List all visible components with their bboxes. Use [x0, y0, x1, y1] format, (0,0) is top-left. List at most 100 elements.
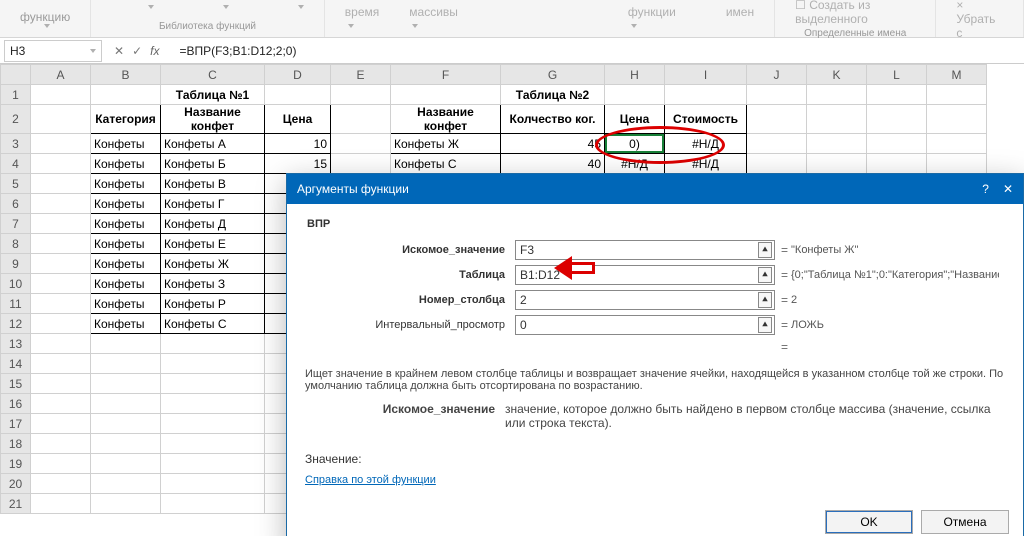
cell-C16[interactable]	[161, 394, 265, 414]
function-arguments-dialog[interactable]: Аргументы функции ? ✕ ВПР Искомое_значен…	[286, 173, 1024, 536]
cell-I1[interactable]	[665, 85, 747, 105]
cell-C9[interactable]: Конфеты Ж	[161, 254, 265, 274]
cell-B20[interactable]	[91, 474, 161, 494]
cell-A12[interactable]	[31, 314, 91, 334]
cell-B4[interactable]: Конфеты	[91, 154, 161, 174]
col-header-H[interactable]: H	[605, 65, 665, 85]
arg-input-lookup[interactable]: F3 ⯅	[515, 240, 775, 260]
cell-E3[interactable]	[331, 134, 391, 154]
range-picker-icon[interactable]: ⯅	[758, 242, 772, 258]
col-header-J[interactable]: J	[747, 65, 807, 85]
row-header-15[interactable]: 15	[1, 374, 31, 394]
cell-J4[interactable]	[747, 154, 807, 174]
cell-B3[interactable]: Конфеты	[91, 134, 161, 154]
cell-A18[interactable]	[31, 434, 91, 454]
ribbon-fn-btn[interactable]: функцию	[20, 10, 70, 24]
row-header-4[interactable]: 4	[1, 154, 31, 174]
cell-F1[interactable]	[391, 85, 501, 105]
row-header-8[interactable]: 8	[1, 234, 31, 254]
cell-C18[interactable]	[161, 434, 265, 454]
row-header-6[interactable]: 6	[1, 194, 31, 214]
formula-enter-icon[interactable]: ✓	[132, 44, 142, 58]
cell-H2[interactable]: Цена	[605, 105, 665, 134]
cell-I4[interactable]: #Н/Д	[665, 154, 747, 174]
cell-B5[interactable]: Конфеты	[91, 174, 161, 194]
row-header-21[interactable]: 21	[1, 494, 31, 514]
row-header-3[interactable]: 3	[1, 134, 31, 154]
row-header-19[interactable]: 19	[1, 454, 31, 474]
cell-C6[interactable]: Конфеты Г	[161, 194, 265, 214]
cell-G3[interactable]: 45	[501, 134, 605, 154]
cell-I2[interactable]: Стоимость	[665, 105, 747, 134]
name-box-dropdown-icon[interactable]	[90, 49, 96, 53]
cell-B11[interactable]: Конфеты	[91, 294, 161, 314]
col-header-M[interactable]: M	[927, 65, 987, 85]
cell-J1[interactable]	[747, 85, 807, 105]
cell-B2[interactable]: Категория	[91, 105, 161, 134]
cell-A11[interactable]	[31, 294, 91, 314]
cell-G1[interactable]: Таблица №2	[501, 85, 605, 105]
cell-B13[interactable]	[91, 334, 161, 354]
cell-B14[interactable]	[91, 354, 161, 374]
row-header-12[interactable]: 12	[1, 314, 31, 334]
cell-C12[interactable]: Конфеты С	[161, 314, 265, 334]
col-header-E[interactable]: E	[331, 65, 391, 85]
cell-L1[interactable]	[867, 85, 927, 105]
cell-L4[interactable]	[867, 154, 927, 174]
cell-H1[interactable]	[605, 85, 665, 105]
range-picker-icon[interactable]: ⯅	[758, 292, 772, 308]
cell-A6[interactable]	[31, 194, 91, 214]
cell-A4[interactable]	[31, 154, 91, 174]
cell-C15[interactable]	[161, 374, 265, 394]
cell-F3[interactable]: Конфеты Ж	[391, 134, 501, 154]
row-header-2[interactable]: 2	[1, 105, 31, 134]
col-header-L[interactable]: L	[867, 65, 927, 85]
name-box[interactable]: H3	[4, 40, 102, 62]
cell-L3[interactable]	[867, 134, 927, 154]
cell-D3[interactable]: 10	[265, 134, 331, 154]
cell-D2[interactable]: Цена	[265, 105, 331, 134]
cell-C21[interactable]	[161, 494, 265, 514]
cell-E1[interactable]	[331, 85, 391, 105]
cell-M1[interactable]	[927, 85, 987, 105]
row-header-14[interactable]: 14	[1, 354, 31, 374]
cell-B1[interactable]	[91, 85, 161, 105]
col-header-G[interactable]: G	[501, 65, 605, 85]
row-header-11[interactable]: 11	[1, 294, 31, 314]
cell-J2[interactable]	[747, 105, 807, 134]
col-header-D[interactable]: D	[265, 65, 331, 85]
cell-C5[interactable]: Конфеты В	[161, 174, 265, 194]
cell-D4[interactable]: 15	[265, 154, 331, 174]
row-header-5[interactable]: 5	[1, 174, 31, 194]
row-header-17[interactable]: 17	[1, 414, 31, 434]
cell-E4[interactable]	[331, 154, 391, 174]
cell-H4[interactable]: #Н/Д	[605, 154, 665, 174]
cell-C4[interactable]: Конфеты Б	[161, 154, 265, 174]
cell-C1[interactable]: Таблица №1	[161, 85, 265, 105]
ribbon-clear[interactable]: Убрать с	[956, 12, 995, 40]
ok-button[interactable]: OK	[825, 510, 913, 534]
col-header-F[interactable]: F	[391, 65, 501, 85]
cancel-button[interactable]: Отмена	[921, 510, 1009, 534]
col-header-I[interactable]: I	[665, 65, 747, 85]
cell-B8[interactable]: Конфеты	[91, 234, 161, 254]
row-header-9[interactable]: 9	[1, 254, 31, 274]
cell-C7[interactable]: Конфеты Д	[161, 214, 265, 234]
cell-C13[interactable]	[161, 334, 265, 354]
row-header-13[interactable]: 13	[1, 334, 31, 354]
cell-G4[interactable]: 40	[501, 154, 605, 174]
fx-icon[interactable]: fх	[150, 44, 159, 58]
cell-E2[interactable]	[331, 105, 391, 134]
cell-A2[interactable]	[31, 105, 91, 134]
arg-input-col[interactable]: 2 ⯅	[515, 290, 775, 310]
cell-C10[interactable]: Конфеты З	[161, 274, 265, 294]
cell-C2[interactable]: Название конфет	[161, 105, 265, 134]
cell-A7[interactable]	[31, 214, 91, 234]
cell-A20[interactable]	[31, 474, 91, 494]
cell-C19[interactable]	[161, 454, 265, 474]
row-header-7[interactable]: 7	[1, 214, 31, 234]
cell-A19[interactable]	[31, 454, 91, 474]
cell-A15[interactable]	[31, 374, 91, 394]
cell-A10[interactable]	[31, 274, 91, 294]
cell-B15[interactable]	[91, 374, 161, 394]
